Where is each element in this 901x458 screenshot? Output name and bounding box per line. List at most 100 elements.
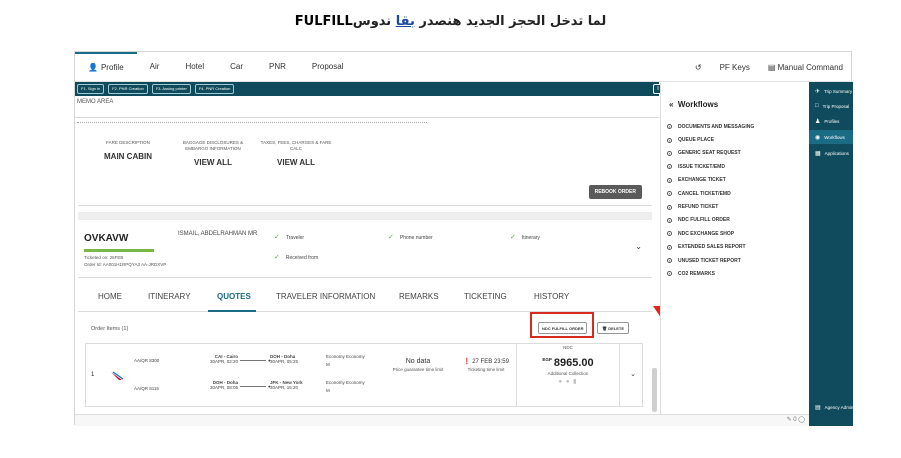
- workflow-icon: ◉: [815, 134, 821, 141]
- order-items-label: Order Items (1): [91, 326, 129, 332]
- workflow-item[interactable]: › ISSUE TICKET/EMD: [667, 160, 754, 173]
- check-itinerary: ✓ Itinerary: [510, 234, 540, 241]
- alert-icon: ❗: [463, 359, 471, 365]
- bottom-status-bar: ✎ 0 ◯: [75, 414, 809, 426]
- document-icon: □: [815, 103, 819, 109]
- workflow-item[interactable]: › CANCEL TICKET/EMD: [667, 187, 754, 200]
- workflow-item[interactable]: › EXTENDED SALES REPORT: [667, 241, 754, 254]
- taxes-fees: TAXES, FEES, CHARGES & FARE CALC VIEW AL…: [256, 140, 336, 167]
- segment-arrow: ●: [238, 384, 271, 389]
- segment-flight: AA/QR 8115: [134, 386, 159, 391]
- user-icon: 👤: [88, 63, 98, 72]
- segment-flight: AA/QR 8300: [134, 358, 160, 363]
- tab-itinerary[interactable]: ITINERARY: [148, 292, 191, 301]
- status-icons: ✎ 0 ◯: [786, 417, 805, 423]
- trip-icon: ✈: [815, 88, 821, 95]
- caption-text-1: لما تدخل الحجز الجديد هنصدر: [414, 14, 607, 29]
- workflows-header: « Workflows: [669, 100, 719, 109]
- fare-description: FARE DESCRIPTION MAIN CABIN: [104, 140, 152, 161]
- workflow-item[interactable]: › EXCHANGE TICKET: [667, 174, 754, 187]
- ticketed-status-bar: [84, 249, 154, 252]
- tab-traveler-information[interactable]: TRAVELER INFORMATION: [276, 292, 375, 301]
- ticketing-time-limit: ❗ 27 FEB 23:59 Ticketing time limit: [463, 359, 509, 372]
- pf-keys-button[interactable]: PF Keys: [720, 63, 750, 72]
- order-id: Order Id: AA001H1RPQYA3 AA-JRDXVP: [84, 262, 167, 267]
- segment-arrow: ●: [238, 358, 271, 363]
- airline-logo-icon: [111, 371, 124, 380]
- workflow-item[interactable]: › GENERIC SEAT REQUEST: [667, 147, 754, 160]
- nav-air[interactable]: Air: [137, 52, 173, 82]
- section-separator: [78, 212, 652, 220]
- fkey-2[interactable]: F2. PNR Creation: [108, 84, 148, 94]
- workflow-item[interactable]: › CO2 REMARKS: [667, 267, 754, 280]
- view-all-baggage-link[interactable]: VIEW ALL: [173, 158, 253, 167]
- tab-home[interactable]: HOME: [98, 292, 122, 301]
- collapse-icon[interactable]: «: [669, 100, 673, 109]
- tab-quotes[interactable]: QUOTES: [217, 292, 251, 301]
- nav-proposal[interactable]: Proposal: [299, 52, 357, 82]
- price-guarantee: No data Price guarantee time limit: [392, 358, 444, 372]
- pnr-tabs: HOME ITINERARY QUOTES TRAVELER INFORMATI…: [78, 282, 652, 312]
- fare-section: FARE DESCRIPTION MAIN CABIN BAGGAGE DISC…: [78, 130, 652, 206]
- segment-cabin: Economy Economy M: [326, 354, 365, 367]
- workflows-panel: « Workflows › DOCUMENTS AND MESSAGING › QU…: [660, 82, 809, 414]
- check-phone: ✓ Phone number: [388, 234, 433, 241]
- fkey-4[interactable]: F4. PNR Creation: [194, 84, 235, 94]
- caption-text-3: ندوس: [352, 14, 396, 29]
- nav-car[interactable]: Car: [217, 52, 256, 82]
- sidebar-item-agency-admin[interactable]: ▤ Agency Admin: [809, 400, 853, 414]
- action-icons[interactable]: ● ● ▮: [517, 378, 619, 385]
- ticketed-on: Ticketed on: 26FEB: [84, 255, 124, 260]
- active-tab-indicator: [208, 310, 256, 312]
- sidebar-item-profiles[interactable]: ♟ Profiles: [809, 114, 853, 128]
- right-sidebar: ✈ Trip Summary □ Trip Proposal ♟ Profiles ◉…: [809, 82, 853, 426]
- view-all-taxes-link[interactable]: VIEW ALL: [256, 158, 336, 167]
- fkey-3[interactable]: F3. Assing printer: [151, 84, 191, 94]
- tab-remarks[interactable]: REMARKS: [399, 292, 439, 301]
- workflow-item[interactable]: › NDC EXCHANGE SHOP: [667, 227, 754, 240]
- tab-ticketing[interactable]: TICKETING: [464, 292, 507, 301]
- memo-area[interactable]: MEMO AREA: [75, 96, 659, 118]
- nav-hotel[interactable]: Hotel: [172, 52, 217, 82]
- sidebar-item-trip-proposal[interactable]: □ Trip Proposal: [809, 99, 853, 113]
- memo-divider: [77, 122, 427, 124]
- rebook-order-button[interactable]: REBOOK ORDER: [588, 185, 642, 199]
- chevron-down-icon[interactable]: ⌄: [630, 370, 636, 378]
- nav-pnr[interactable]: PNR: [256, 52, 299, 82]
- check-icon: ✓: [388, 234, 394, 241]
- baggage-disclosures: BAGGAGE DISCLOSURES & EMBARGO INFORMATIO…: [173, 140, 253, 167]
- workflow-item[interactable]: › DOCUMENTS AND MESSAGING: [667, 120, 754, 133]
- check-icon: ✓: [274, 254, 280, 261]
- ndc-fulfill-order-button[interactable]: NDC FULFILL ORDER: [538, 322, 588, 334]
- segment-cabin: Economy Economy M: [326, 380, 365, 393]
- caption-text-4: FULFILL: [294, 14, 353, 29]
- segment-origin: CAI - Cairo 30APR, 02:20: [209, 354, 238, 364]
- keyboard-icon: ▤: [767, 62, 776, 72]
- workflow-item-ndc-fulfill[interactable]: › NDC FULFILL ORDER: [667, 214, 754, 227]
- sidebar-item-applications[interactable]: ▦ Applications: [809, 146, 853, 160]
- fkey-1[interactable]: F1. Sign in: [77, 84, 105, 94]
- order-item-card: 1 AA/QR 8300 CAI - Cairo 30APR, 02:20 ● …: [85, 343, 643, 407]
- top-navigation: 👤 Profile Air Hotel Car PNR Proposal ↺ PF…: [75, 51, 853, 82]
- workflow-item[interactable]: › QUEUE PLACE: [667, 133, 754, 146]
- top-right-tools: ↺ PF Keys ▤ Manual Command: [695, 52, 843, 82]
- manual-command-button[interactable]: ▤ Manual Command: [768, 63, 843, 72]
- profile-icon: ♟: [815, 118, 821, 125]
- workflow-item[interactable]: › REFUND TICKET: [667, 200, 754, 213]
- nav-profile[interactable]: 👤 Profile: [75, 51, 137, 82]
- price-box: NDC EGP 8965.00 Additional Collection ● ●…: [516, 344, 620, 406]
- sidebar-item-workflows[interactable]: ◉ Workflows: [809, 130, 853, 144]
- check-icon: ✓: [510, 234, 516, 241]
- workflow-item[interactable]: › UNUSED TICKET REPORT: [667, 254, 754, 267]
- passenger-name: ISMAIL, ABDELRAHMAN MR: [178, 231, 258, 237]
- pnr-locator: OVKAVW: [84, 233, 129, 244]
- chevron-down-icon[interactable]: ⌄: [635, 242, 642, 251]
- workflows-list: › DOCUMENTS AND MESSAGING › QUEUE PLACE › G…: [667, 120, 754, 281]
- segment-origin: DOH - Doha 30APR, 08:05: [209, 380, 238, 390]
- total-price: EGP 8965.00: [542, 357, 594, 369]
- scrollbar[interactable]: [652, 368, 657, 412]
- delete-button[interactable]: 🗑 DELETE: [597, 322, 629, 334]
- history-icon[interactable]: ↺: [695, 63, 702, 72]
- sidebar-item-trip-summary[interactable]: ✈ Trip Summary: [809, 84, 853, 98]
- tab-history[interactable]: HISTORY: [534, 292, 569, 301]
